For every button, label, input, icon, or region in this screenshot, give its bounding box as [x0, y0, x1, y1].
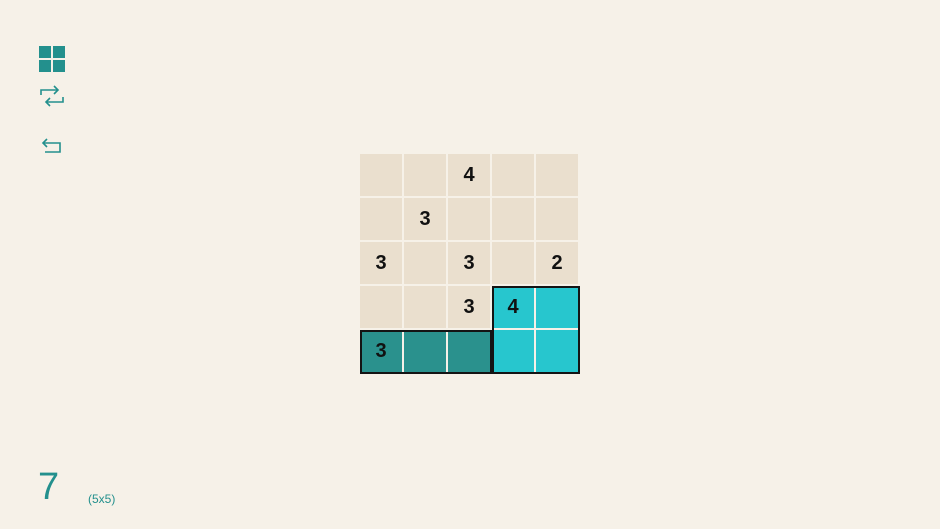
shuffle-button[interactable] — [38, 82, 66, 110]
grid-menu-icon — [39, 46, 65, 72]
grid-cell[interactable]: 4 — [492, 286, 534, 328]
grid-cell[interactable]: 3 — [404, 198, 446, 240]
grid-cell[interactable] — [492, 198, 534, 240]
grid-cell[interactable] — [360, 198, 402, 240]
grid-cell[interactable] — [404, 286, 446, 328]
grid-cell[interactable]: 4 — [448, 154, 490, 196]
grid-cell[interactable]: 3 — [448, 286, 490, 328]
grid-cell[interactable] — [360, 154, 402, 196]
grid-cell[interactable]: 3 — [448, 242, 490, 284]
shuffle-icon — [40, 85, 64, 107]
undo-button[interactable] — [38, 132, 66, 160]
grid-cell[interactable] — [536, 286, 578, 328]
level-size: (5x5) — [88, 492, 116, 506]
grid-cell[interactable] — [404, 330, 446, 372]
puzzle-board: 43332343 — [360, 154, 580, 374]
level-number: 7 — [38, 466, 60, 508]
grid-cell[interactable]: 2 — [536, 242, 578, 284]
grid-cell[interactable] — [360, 286, 402, 328]
undo-icon — [41, 138, 61, 153]
grid-cell[interactable] — [492, 242, 534, 284]
grid-cell[interactable]: 3 — [360, 242, 402, 284]
grid-cell[interactable] — [536, 198, 578, 240]
grid-cell[interactable] — [404, 242, 446, 284]
grid-cell[interactable] — [404, 154, 446, 196]
grid-cell[interactable] — [492, 330, 534, 372]
grid-cell[interactable] — [536, 330, 578, 372]
grid-cell[interactable] — [492, 154, 534, 196]
grid-cell[interactable] — [536, 154, 578, 196]
grid-cell[interactable] — [448, 198, 490, 240]
grid-cell[interactable]: 3 — [360, 330, 402, 372]
menu-button[interactable] — [38, 45, 66, 73]
grid-cell[interactable] — [448, 330, 490, 372]
